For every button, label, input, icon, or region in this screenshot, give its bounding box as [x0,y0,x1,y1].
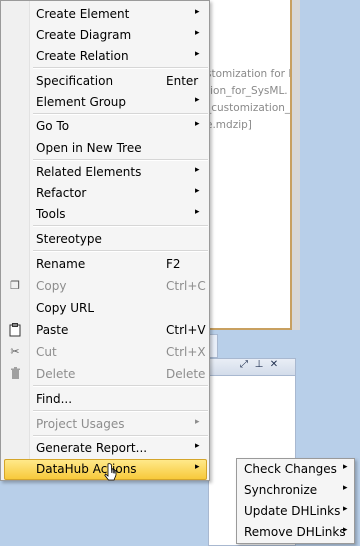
menu-item-label: Create Element [36,7,130,21]
cut-icon: ✂ [10,345,20,358]
menu-item-label: Go To [36,119,70,133]
menu-item-label: Create Relation [36,49,129,63]
submenu-arrow-icon: ▸ [195,207,200,217]
menu-item-tools[interactable]: Tools ▸ [3,204,207,225]
menu-item-label: Generate Report... [36,441,148,455]
menu-item-label: Create Diagram [36,28,132,42]
background-scrollbar [292,0,300,330]
mouse-pointer-icon [104,463,117,481]
menu-item-cut[interactable]: ✂ Cut Ctrl+X [3,342,207,363]
background-line: stomization for R [206,68,290,80]
submenu-arrow-icon: ▸ [195,186,200,196]
submenu-item-label: Remove DHLinks [244,525,346,539]
menu-item-stereotype[interactable]: Stereotype [3,229,207,250]
menu-item-delete[interactable]: Delete Delete [3,364,207,385]
menu-item-label: Find... [36,392,73,406]
pin-panel-icon[interactable]: ⊥ [253,359,265,370]
menu-item-label: Refactor [36,186,87,200]
submenu-arrow-icon: ▸ [195,417,200,427]
submenu-item-synchronize[interactable]: Synchronize ▸ [239,480,352,501]
submenu-arrow-icon: ▸ [195,165,200,175]
submenu-arrow-icon: ▸ [343,462,348,472]
paste-icon [8,323,22,337]
menu-item-label: Paste [36,323,69,337]
submenu-item-check-changes[interactable]: Check Changes ▸ [239,459,352,480]
menu-item-copy[interactable]: ❐ Copy Ctrl+C [3,276,207,297]
menu-item-copy-url[interactable]: Copy URL [3,298,207,319]
copy-icon: ❐ [10,279,20,292]
menu-separator [33,250,208,252]
submenu-arrow-icon: ▸ [343,504,348,514]
menu-item-shortcut: F2 [166,257,181,271]
background-partial-text: stomization for R tion_for_SysML. _custo… [206,66,290,134]
menu-item-label: Element Group [36,95,127,109]
menu-item-element-group[interactable]: Element Group ▸ [3,92,207,113]
submenu-arrow-icon: ▸ [343,483,348,493]
menu-item-label: Delete [36,367,76,381]
float-panel-icon[interactable]: ⤢ [238,359,250,370]
menu-separator [33,159,208,161]
submenu-arrow-icon: ▸ [195,462,200,472]
datahub-submenu: Check Changes ▸ Synchronize ▸ Update DHL… [236,458,355,544]
submenu-arrow-icon: ▸ [343,525,348,535]
menu-item-label: Copy [36,279,67,293]
delete-icon [8,367,22,381]
menu-item-label: Related Elements [36,165,142,179]
menu-item-label: Copy URL [36,301,95,315]
menu-item-label: Stereotype [36,232,102,246]
menu-item-label: DataHub Actions [36,462,137,476]
menu-item-generate-report[interactable]: Generate Report... ▸ [3,438,207,459]
menu-item-label: Specification [36,74,114,88]
menu-item-create-diagram[interactable]: Create Diagram ▸ [3,25,207,46]
menu-item-shortcut: Enter [166,74,199,88]
menu-item-paste[interactable]: Paste Ctrl+V [3,320,207,341]
menu-item-shortcut: Ctrl+C [166,279,206,293]
menu-item-label: Cut [36,345,57,359]
submenu-arrow-icon: ▸ [195,95,200,105]
submenu-arrow-icon: ▸ [195,49,200,59]
submenu-arrow-icon: ▸ [195,7,200,17]
submenu-arrow-icon: ▸ [195,441,200,451]
menu-item-shortcut: Ctrl+V [166,323,206,337]
menu-item-create-relation[interactable]: Create Relation ▸ [3,46,207,67]
background-line: _customization_fo [206,102,290,114]
menu-item-specification[interactable]: Specification Enter [3,71,207,92]
submenu-item-label: Synchronize [244,483,318,497]
menu-item-project-usages[interactable]: Project Usages ▸ [3,414,207,435]
close-panel-icon[interactable]: ✕ [268,359,280,370]
menu-item-label: Tools [36,207,66,221]
menu-separator [33,435,208,437]
menu-separator [33,385,208,387]
menu-item-refactor[interactable]: Refactor ▸ [3,183,207,204]
menu-item-open-in-new-tree[interactable]: Open in New Tree [3,138,207,159]
submenu-arrow-icon: ▸ [195,28,200,38]
menu-item-go-to[interactable]: Go To ▸ [3,116,207,137]
menu-item-related-elements[interactable]: Related Elements ▸ [3,162,207,183]
submenu-item-label: Check Changes [244,462,337,476]
context-menu: Create Element ▸ Create Diagram ▸ Create… [0,0,210,481]
menu-separator [33,225,208,227]
menu-separator [33,410,208,412]
menu-item-label: Project Usages [36,417,125,431]
menu-item-label: Open in New Tree [36,141,142,155]
submenu-item-remove-dhlinks[interactable]: Remove DHLinks ▸ [239,522,352,543]
menu-item-label: Rename [36,257,86,271]
menu-separator [33,113,208,115]
submenu-item-update-dhlinks[interactable]: Update DHLinks ▸ [239,501,352,522]
background-panel-header [208,358,296,376]
background-line: e.mdzip] [206,119,252,131]
menu-item-find[interactable]: Find... [3,389,207,410]
menu-item-shortcut: Ctrl+X [166,345,206,359]
menu-item-create-element[interactable]: Create Element ▸ [3,4,207,25]
menu-separator [33,67,208,69]
menu-item-rename[interactable]: Rename F2 [3,254,207,275]
submenu-item-label: Update DHLinks [244,504,341,518]
background-line: tion_for_SysML. [206,85,288,97]
menu-item-shortcut: Delete [166,367,206,381]
submenu-arrow-icon: ▸ [195,119,200,129]
